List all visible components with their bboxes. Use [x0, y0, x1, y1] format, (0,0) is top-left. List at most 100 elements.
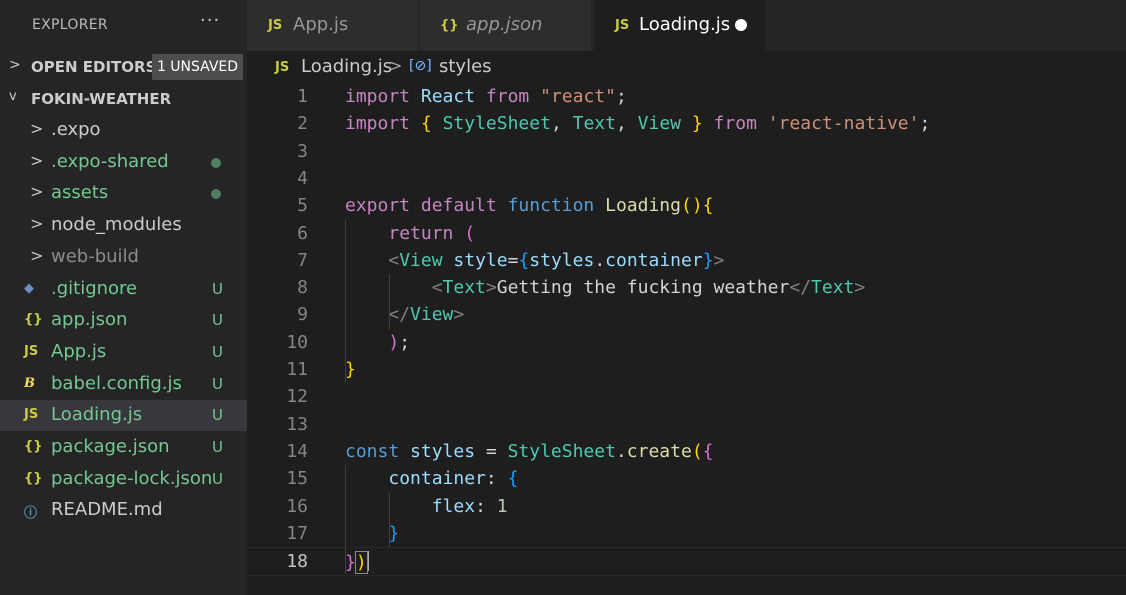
code-token: ;: [615, 86, 627, 107]
item-name: web-build: [51, 245, 139, 267]
line-code: }: [345, 523, 399, 544]
code-line: 1 import React from "react";: [247, 83, 1126, 110]
line-code: );: [345, 332, 410, 353]
file-item[interactable]: ⓘ README.md: [0, 495, 247, 526]
item-name: node_modules: [51, 214, 182, 236]
line-code: }): [345, 551, 369, 575]
code-token: styles: [410, 440, 476, 462]
code-token: 1: [496, 495, 508, 517]
file-item[interactable]: {} package-lock.json U: [0, 464, 247, 495]
breadcrumb: JS Loading.js > [⊘] styles: [247, 51, 1126, 83]
file-item[interactable]: JS Loading.js U: [0, 400, 247, 432]
code-token: >: [485, 277, 497, 299]
file-item[interactable]: {} package.json U: [0, 432, 247, 463]
code-line: 9 </View>: [247, 301, 1126, 328]
folder-item[interactable]: > .expo-shared: [0, 147, 247, 178]
code-token: from: [485, 86, 530, 107]
code-token: }: [702, 249, 714, 271]
json-icon: {}: [24, 470, 43, 486]
code-token: View: [637, 113, 682, 135]
file-item[interactable]: ◆ .gitignore U: [0, 274, 247, 305]
code-token: Getting the fucking weather: [496, 277, 790, 299]
code-line: 11}: [247, 356, 1126, 383]
variable-symbol-icon: [⊘]: [409, 58, 432, 74]
code-token: View: [399, 249, 443, 271]
line-number: 13: [286, 413, 308, 435]
file-item[interactable]: JS App.js U: [0, 337, 247, 368]
line-number: 2: [297, 113, 308, 135]
open-editors-label: OPEN EDITORS: [31, 58, 157, 76]
code-token: >: [713, 249, 725, 271]
tab-loading-js[interactable]: JS Loading.js: [594, 0, 765, 51]
code-token: import: [345, 86, 411, 107]
code-line: 13: [247, 411, 1126, 438]
code-token: {: [702, 440, 714, 462]
code-token: }: [345, 359, 356, 380]
file-item[interactable]: {} app.json U: [0, 305, 247, 336]
code-token: .: [615, 440, 627, 462]
code-token: :: [485, 468, 508, 490]
line-number: 10: [286, 331, 308, 353]
code-token: from: [713, 113, 757, 135]
git-status-badge: U: [212, 311, 223, 330]
folder-item[interactable]: > web-build: [0, 242, 247, 273]
item-name: package.json: [51, 436, 170, 457]
code-line: 10 );: [247, 329, 1126, 356]
explorer-sidebar: EXPLORER ··· > OPEN EDITORS 1 UNSAVED v …: [0, 0, 247, 595]
explorer-title: EXPLORER: [32, 17, 108, 33]
code-token: View: [410, 304, 454, 326]
code-token: (: [464, 222, 476, 244]
git-status-badge: U: [212, 438, 223, 456]
tab-label: App.js: [293, 14, 349, 35]
unsaved-dot-icon[interactable]: [735, 19, 747, 31]
code-token: ;: [399, 331, 411, 353]
line-number: 9: [297, 304, 308, 326]
babel-icon: B: [24, 375, 35, 391]
code-token: React: [420, 86, 476, 107]
item-name: babel.config.js: [51, 372, 182, 394]
code-token: ,: [615, 113, 638, 135]
breadcrumb-symbol[interactable]: styles: [439, 56, 492, 77]
modified-dot-icon: [211, 157, 221, 168]
folder-item[interactable]: > assets: [0, 178, 247, 209]
tab-app-json[interactable]: {} app.json: [420, 0, 591, 51]
tab-app-js[interactable]: JS App.js: [247, 0, 418, 51]
json-icon: {}: [440, 18, 459, 33]
indent-guide: [389, 492, 390, 548]
code-token: create: [626, 440, 692, 462]
git-status-badge: U: [212, 406, 223, 425]
code-token: const: [345, 440, 400, 462]
code-token: (): [680, 195, 703, 217]
line-code: }: [345, 359, 356, 380]
project-folder-section[interactable]: v FOKIN-WEATHER: [0, 84, 247, 114]
code-line: 12: [247, 383, 1126, 410]
folder-item[interactable]: > node_modules: [0, 210, 247, 241]
code-token: container: [388, 468, 486, 490]
js-icon: JS: [615, 18, 630, 33]
file-item[interactable]: Bbabel.config.js U: [0, 369, 247, 400]
code-line: 2 import { StyleSheet, Text, View } from …: [247, 110, 1126, 137]
line-code: const styles = StyleSheet.create({: [345, 441, 714, 462]
breadcrumb-file[interactable]: Loading.js: [301, 56, 392, 77]
code-token: ,: [550, 113, 573, 135]
folder-item[interactable]: > .expo: [0, 115, 247, 146]
git-status-badge: U: [212, 374, 223, 393]
line-number: 15: [286, 468, 308, 490]
code-token: Text: [811, 277, 855, 299]
code-token: 'react-native': [767, 113, 920, 135]
chevron-right-icon: >: [30, 245, 44, 265]
chevron-right-icon: >: [30, 182, 44, 202]
code-token: "react": [540, 86, 616, 107]
line-code: </View>: [345, 304, 464, 325]
code-token: >: [854, 277, 866, 299]
more-actions-icon[interactable]: ···: [200, 10, 220, 31]
code-editor[interactable]: 1 import React from "react"; 2 import { Sty…: [247, 83, 1126, 595]
code-token: =: [507, 249, 519, 271]
